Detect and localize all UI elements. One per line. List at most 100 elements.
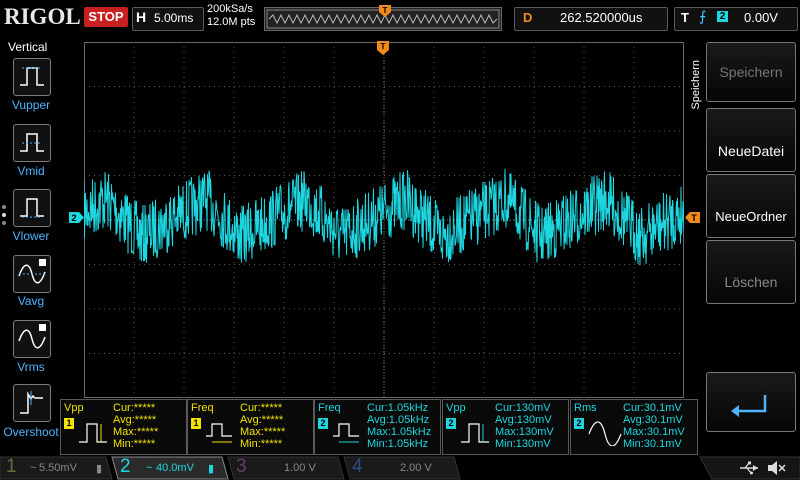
channel-number: 4	[352, 456, 363, 477]
measurement-min: Min:*****	[113, 438, 156, 450]
channel-2-offset-marker[interactable]: 2	[69, 212, 84, 223]
measurement-min: Min:30.1mV	[623, 438, 682, 450]
pulse-icon	[461, 423, 489, 443]
svg-text:T: T	[381, 42, 386, 51]
channel-badge: 2	[318, 418, 328, 429]
channel-badge: 2	[446, 418, 456, 429]
neue-ordner-button[interactable]: NeueOrdner	[706, 174, 796, 238]
scroll-dot	[2, 213, 6, 217]
bandwidth-icon: ▮	[96, 463, 103, 475]
scroll-dot	[2, 221, 6, 225]
enter-button[interactable]	[706, 372, 796, 432]
vupper-label: Vupper	[11, 98, 51, 112]
save-menu-title: Speichern	[690, 60, 702, 110]
measurement-vpp-ch2[interactable]: Vpp 2 Cur:130mV Avg:130mV Max:130mV Min:…	[442, 399, 569, 455]
measurement-max: Max:*****	[240, 426, 286, 438]
vlower-label: Vlower	[12, 229, 50, 243]
vmid-icon	[20, 133, 44, 152]
bandwidth-icon: ▮	[208, 463, 215, 475]
measurement-avg: Avg:*****	[113, 414, 157, 426]
measurement-cur: Cur:*****	[240, 402, 283, 414]
measurement-cur: Cur:30.1mV	[623, 402, 682, 414]
vlower-icon	[20, 198, 44, 218]
vlower-button[interactable]	[13, 189, 51, 227]
vavg-label: Vavg	[17, 294, 45, 308]
vertical-menu-title: Vertical	[8, 40, 48, 54]
vrms-button[interactable]	[13, 320, 51, 358]
neue-datei-button[interactable]: NeueDatei	[706, 108, 796, 172]
vmid-button[interactable]	[13, 124, 51, 162]
channel-number: 2	[120, 456, 131, 477]
measurement-max: Max:30.1mV	[623, 426, 685, 438]
measurement-min: Min:*****	[240, 438, 283, 450]
channel-number: 1	[6, 456, 17, 477]
vrms-label: Vrms	[17, 360, 45, 374]
measurement-vpp-ch1[interactable]: Vpp 1 Cur:***** Avg:***** Max:***** Min:…	[60, 399, 187, 455]
sample-rate: 200kSa/s	[207, 3, 253, 15]
channel-4-tab[interactable]: 4 2.00 V	[352, 456, 452, 479]
measurement-avg: Avg:130mV	[495, 414, 552, 426]
channel-scale: 1.00 V	[284, 462, 316, 474]
channel-number: 3	[236, 456, 247, 477]
measurement-name: Freq	[191, 402, 214, 414]
usb-icon	[740, 461, 758, 475]
grid-lines	[84, 42, 684, 398]
coupling-icon: ~	[30, 462, 37, 474]
waveform-grid[interactable]	[84, 42, 684, 398]
coupling-icon: ~	[146, 462, 153, 474]
period-icon	[206, 423, 232, 443]
speaker-muted-icon[interactable]	[766, 460, 786, 476]
rising-edge-icon: ⨍	[699, 8, 707, 24]
measurement-min: Min:130mV	[495, 438, 551, 450]
trigger-source-badge: 2	[717, 11, 728, 22]
measurement-freq-ch1[interactable]: Freq 1 Cur:***** Avg:***** Max:***** Min…	[187, 399, 314, 455]
memory-trigger-icon: T	[379, 5, 391, 17]
measurement-freq-ch2[interactable]: Freq 2 Cur:1.05kHz Avg:1.05kHz Max:1.05k…	[314, 399, 441, 455]
trigger-label: T	[681, 10, 689, 25]
neue-datei-label: NeueDatei	[717, 143, 785, 159]
trigger-level-marker[interactable]: T	[685, 212, 700, 223]
svg-text:2: 2	[71, 213, 76, 223]
channel-1-tab[interactable]: 1 ~ 5.50mV ▮	[6, 456, 106, 479]
trigger-box[interactable]	[674, 7, 798, 31]
overshoot-button[interactable]	[13, 384, 51, 422]
channel-scale: 2.00 V	[400, 462, 432, 474]
measurement-cur: Cur:*****	[113, 402, 156, 414]
svg-text:T: T	[383, 6, 388, 15]
trigger-position-marker[interactable]: T	[377, 41, 389, 55]
period-icon	[333, 423, 359, 443]
measurement-avg: Avg:*****	[240, 414, 284, 426]
channel-3-tab[interactable]: 3 1.00 V	[236, 456, 336, 479]
measurement-max: Max:1.05kHz	[367, 426, 432, 438]
timebase-label: H	[136, 9, 147, 25]
run-stop-button[interactable]: STOP	[84, 7, 128, 27]
vupper-button[interactable]	[13, 58, 51, 96]
channel-scale: 5.50mV	[39, 462, 77, 474]
loeschen-label: Löschen	[724, 274, 778, 290]
measurement-max: Max:130mV	[495, 426, 554, 438]
channel-scale: 40.0mV	[156, 462, 194, 474]
measurement-max: Max:*****	[113, 426, 159, 438]
vavg-icon	[18, 259, 46, 284]
overshoot-icon	[20, 391, 43, 414]
channel-2-tab[interactable]: 2 ~ 40.0mV ▮	[120, 456, 224, 479]
neue-ordner-label: NeueOrdner	[715, 209, 787, 224]
channel-badge: 2	[574, 418, 584, 429]
speichern-button[interactable]: Speichern	[706, 42, 796, 102]
measurement-rms-ch2[interactable]: Rms 2 Cur:30.1mV Avg:30.1mV Max:30.1mV M…	[570, 399, 698, 455]
vupper-icon	[20, 67, 44, 86]
measurement-cur: Cur:1.05kHz	[367, 402, 429, 414]
loeschen-button[interactable]: Löschen	[706, 240, 796, 304]
measurement-avg: Avg:30.1mV	[623, 414, 683, 426]
measurement-name: Freq	[318, 402, 341, 414]
svg-text:T: T	[691, 213, 697, 223]
measurement-name: Vpp	[446, 402, 466, 414]
delay-value: 262.520000us	[560, 10, 643, 25]
vrms-icon	[18, 324, 46, 349]
delay-label: D	[523, 10, 533, 25]
measurement-avg: Avg:1.05kHz	[367, 414, 430, 426]
vavg-button[interactable]	[13, 255, 51, 293]
overshoot-label: Overshoot	[3, 425, 59, 439]
channel-badge: 1	[191, 418, 201, 429]
pulse-icon	[79, 423, 107, 443]
